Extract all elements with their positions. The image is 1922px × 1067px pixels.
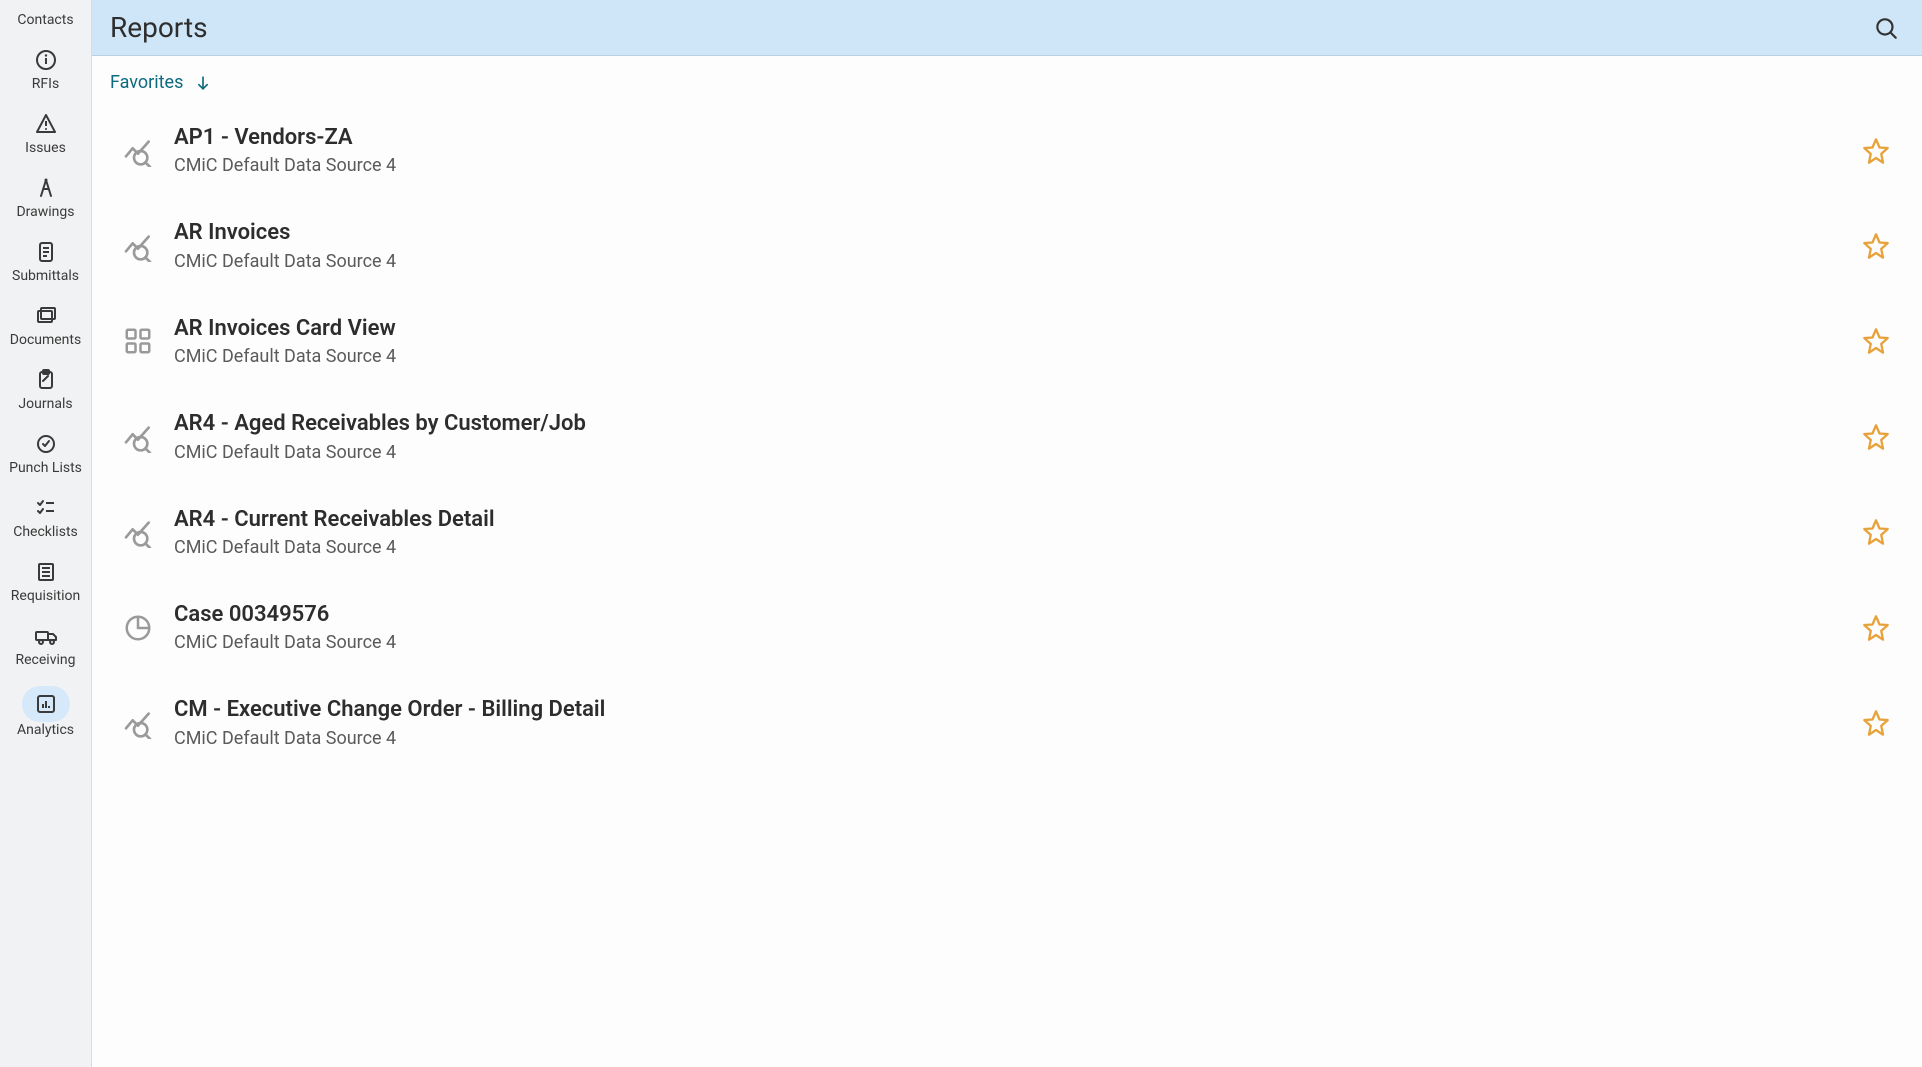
report-title: AR Invoices Card View (174, 316, 1856, 342)
report-item[interactable]: AR4 - Aged Receivables by Customer/Job C… (102, 389, 1912, 484)
sidebar-item-receiving[interactable]: Receiving (0, 614, 91, 678)
report-item[interactable]: AR Invoices CMiC Default Data Source 4 (102, 198, 1912, 293)
favorite-toggle[interactable] (1856, 131, 1896, 171)
report-item[interactable]: Case 00349576 CMiC Default Data Source 4 (102, 580, 1912, 675)
favorites-label: Favorites (110, 72, 183, 93)
trend-search-icon (118, 226, 158, 266)
sidebar-item-label: RFIs (32, 76, 59, 92)
report-title: CM - Executive Change Order - Billing De… (174, 697, 1856, 723)
sidebar-item-label: Drawings (16, 204, 74, 220)
sidebar-item-label: Documents (10, 332, 81, 348)
clipboard-icon (32, 366, 60, 394)
report-title: AR4 - Current Receivables Detail (174, 507, 1856, 533)
report-source: CMiC Default Data Source 4 (174, 728, 1856, 749)
star-icon (1862, 423, 1890, 451)
checklist-icon (32, 494, 60, 522)
arrow-down-icon (193, 73, 213, 93)
report-list: AP1 - Vendors-ZA CMiC Default Data Sourc… (92, 103, 1922, 801)
target-icon (32, 430, 60, 458)
page-title: Reports (110, 11, 1868, 44)
report-item[interactable]: AR Invoices Card View CMiC Default Data … (102, 294, 1912, 389)
sidebar-item-label: Checklists (13, 524, 78, 540)
report-text: CM - Executive Change Order - Billing De… (174, 697, 1856, 748)
dashboard-icon (118, 321, 158, 361)
sidebar-item-journals[interactable]: Journals (0, 358, 91, 422)
sidebar: Contacts RFIs Issues Drawings Submittals… (0, 0, 92, 1067)
report-item[interactable]: AP1 - Vendors-ZA CMiC Default Data Sourc… (102, 103, 1912, 198)
report-source: CMiC Default Data Source 4 (174, 632, 1856, 653)
report-source: CMiC Default Data Source 4 (174, 155, 1856, 176)
folders-icon (32, 302, 60, 330)
favorite-toggle[interactable] (1856, 703, 1896, 743)
favorite-toggle[interactable] (1856, 417, 1896, 457)
favorites-filter[interactable]: Favorites (92, 56, 1922, 103)
star-icon (1862, 518, 1890, 546)
compass-icon (32, 174, 60, 202)
bar-chart-icon (22, 686, 70, 722)
report-item[interactable]: AR4 - Current Receivables Detail CMiC De… (102, 485, 1912, 580)
report-title: Case 00349576 (174, 602, 1856, 628)
report-item[interactable]: CM - Executive Change Order - Billing De… (102, 675, 1912, 770)
info-icon (32, 46, 60, 74)
sidebar-item-contacts[interactable]: Contacts (0, 0, 91, 38)
trend-search-icon (118, 131, 158, 171)
document-icon (32, 238, 60, 266)
truck-icon (32, 622, 60, 650)
favorite-toggle[interactable] (1856, 321, 1896, 361)
report-source: CMiC Default Data Source 4 (174, 346, 1856, 367)
star-icon (1862, 232, 1890, 260)
sidebar-item-drawings[interactable]: Drawings (0, 166, 91, 230)
favorite-toggle[interactable] (1856, 608, 1896, 648)
report-text: AR Invoices CMiC Default Data Source 4 (174, 220, 1856, 271)
main-content: Reports Favorites AP1 - Vendors-ZA CMiC … (92, 0, 1922, 1067)
star-icon (1862, 137, 1890, 165)
pie-chart-icon (118, 608, 158, 648)
trend-search-icon (118, 512, 158, 552)
receipt-icon (32, 558, 60, 586)
sidebar-item-label: Journals (18, 396, 72, 412)
sidebar-item-label: Requisition (11, 588, 80, 604)
search-icon (1873, 15, 1899, 41)
report-source: CMiC Default Data Source 4 (174, 537, 1856, 558)
report-text: Case 00349576 CMiC Default Data Source 4 (174, 602, 1856, 653)
report-source: CMiC Default Data Source 4 (174, 251, 1856, 272)
report-title: AP1 - Vendors-ZA (174, 125, 1856, 151)
report-source: CMiC Default Data Source 4 (174, 442, 1856, 463)
favorite-toggle[interactable] (1856, 226, 1896, 266)
star-icon (1862, 614, 1890, 642)
report-title: AR Invoices (174, 220, 1856, 246)
sidebar-item-label: Submittals (12, 268, 79, 284)
sidebar-item-issues[interactable]: Issues (0, 102, 91, 166)
sidebar-item-label: Issues (25, 140, 66, 156)
report-title: AR4 - Aged Receivables by Customer/Job (174, 411, 1856, 437)
warning-icon (32, 110, 60, 138)
favorite-toggle[interactable] (1856, 512, 1896, 552)
page-header: Reports (92, 0, 1922, 56)
trend-search-icon (118, 703, 158, 743)
trend-search-icon (118, 417, 158, 457)
content-area: Favorites AP1 - Vendors-ZA CMiC Default … (92, 56, 1922, 1067)
star-icon (1862, 327, 1890, 355)
report-text: AR Invoices Card View CMiC Default Data … (174, 316, 1856, 367)
sidebar-item-label: Punch Lists (9, 460, 82, 476)
report-text: AR4 - Current Receivables Detail CMiC De… (174, 507, 1856, 558)
sidebar-item-label: Receiving (16, 652, 76, 668)
sidebar-item-punch-lists[interactable]: Punch Lists (0, 422, 91, 486)
sidebar-item-label: Contacts (17, 12, 73, 28)
sidebar-item-checklists[interactable]: Checklists (0, 486, 91, 550)
sidebar-item-requisition[interactable]: Requisition (0, 550, 91, 614)
sidebar-item-rfis[interactable]: RFIs (0, 38, 91, 102)
sidebar-item-label: Analytics (17, 722, 74, 738)
sidebar-item-analytics[interactable]: Analytics (0, 678, 91, 748)
report-text: AP1 - Vendors-ZA CMiC Default Data Sourc… (174, 125, 1856, 176)
sidebar-item-documents[interactable]: Documents (0, 294, 91, 358)
star-icon (1862, 709, 1890, 737)
sidebar-item-submittals[interactable]: Submittals (0, 230, 91, 294)
search-button[interactable] (1868, 10, 1904, 46)
report-text: AR4 - Aged Receivables by Customer/Job C… (174, 411, 1856, 462)
